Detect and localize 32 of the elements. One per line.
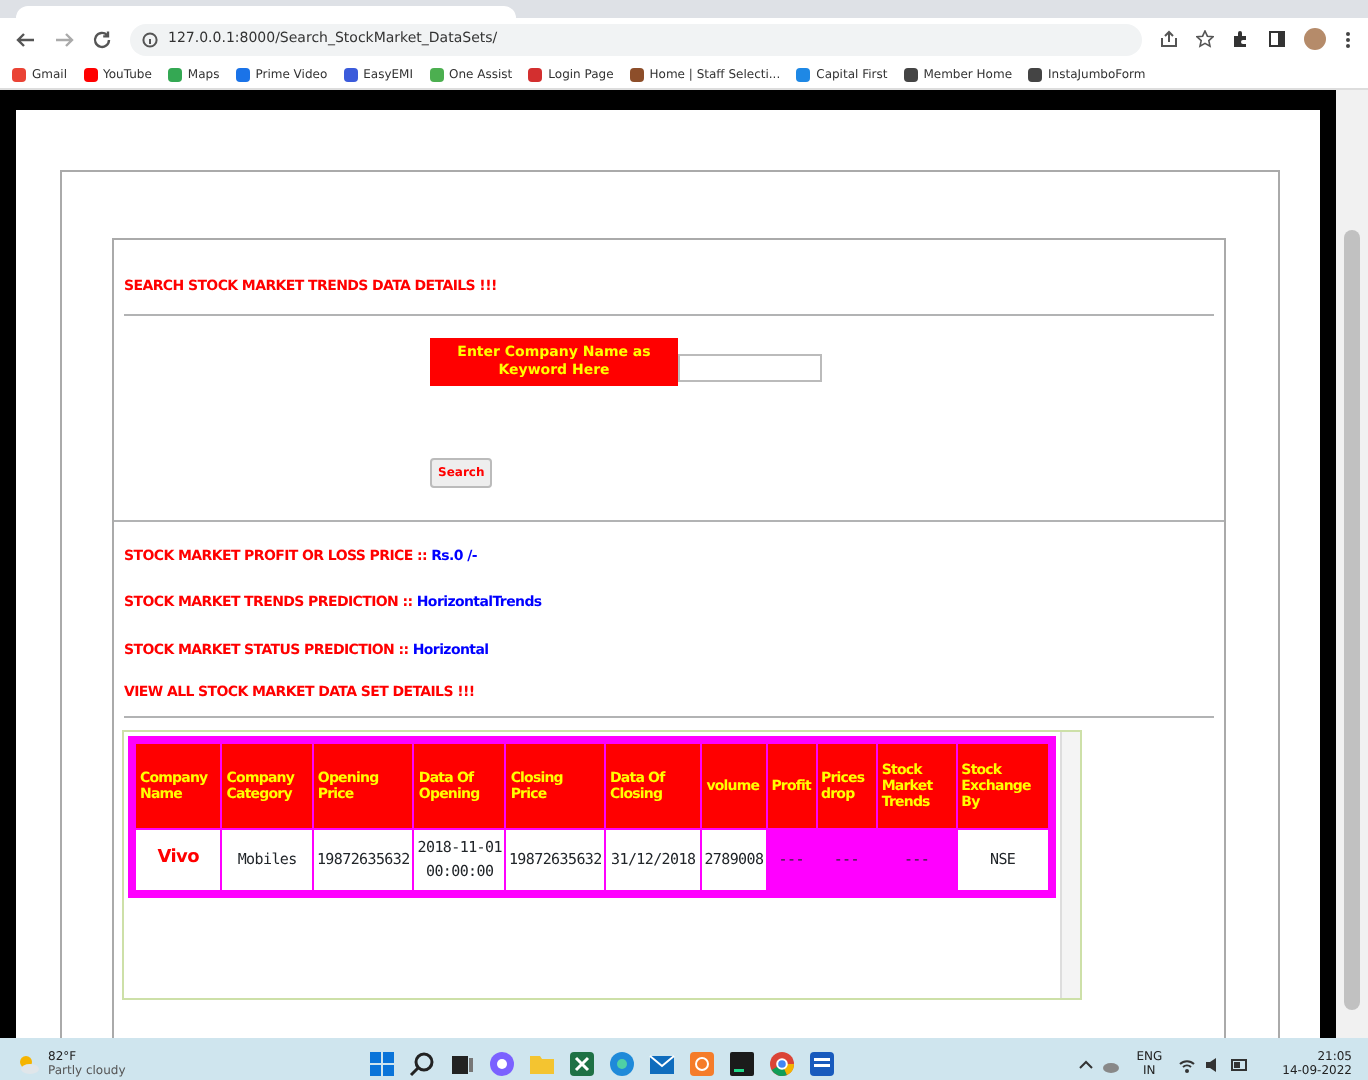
puzzle-icon[interactable] <box>1232 30 1250 48</box>
avatar-icon[interactable] <box>1304 28 1326 50</box>
keyword-input[interactable] <box>678 353 822 381</box>
share-icon[interactable] <box>1160 30 1178 48</box>
battery-icon[interactable] <box>1230 1055 1251 1073</box>
search-icon[interactable] <box>407 1050 436 1078</box>
mail-icon[interactable] <box>647 1050 676 1078</box>
site-icon[interactable] <box>528 67 543 81</box>
ide-icon[interactable] <box>727 1050 756 1078</box>
menu-icon[interactable] <box>1344 29 1352 49</box>
site-icon[interactable] <box>629 67 644 81</box>
back-icon[interactable] <box>16 29 36 49</box>
word-icon[interactable] <box>807 1050 836 1078</box>
chevron-up-icon[interactable] <box>1078 1056 1095 1072</box>
reload-icon[interactable] <box>92 29 112 49</box>
sidebar-icon[interactable] <box>1268 30 1286 48</box>
app-icon[interactable] <box>687 1050 716 1078</box>
site-icon[interactable] <box>235 67 250 81</box>
task-view-icon[interactable] <box>447 1050 476 1078</box>
spreadsheet-icon[interactable] <box>567 1050 596 1078</box>
chat-icon[interactable] <box>487 1050 516 1078</box>
star-icon[interactable] <box>1196 30 1214 48</box>
page-scrollbar[interactable] <box>1336 90 1368 1038</box>
browser-icon[interactable] <box>607 1050 636 1078</box>
site-icon[interactable] <box>343 67 358 81</box>
table-cell: Vivo <box>136 829 221 890</box>
site-icon[interactable] <box>1028 67 1043 81</box>
wifi-icon[interactable] <box>1178 1055 1197 1073</box>
scrollbar[interactable] <box>1060 731 1080 998</box>
info-icon[interactable] <box>142 31 158 47</box>
site-icon[interactable] <box>903 67 918 81</box>
windows-start-icon[interactable] <box>367 1050 396 1078</box>
